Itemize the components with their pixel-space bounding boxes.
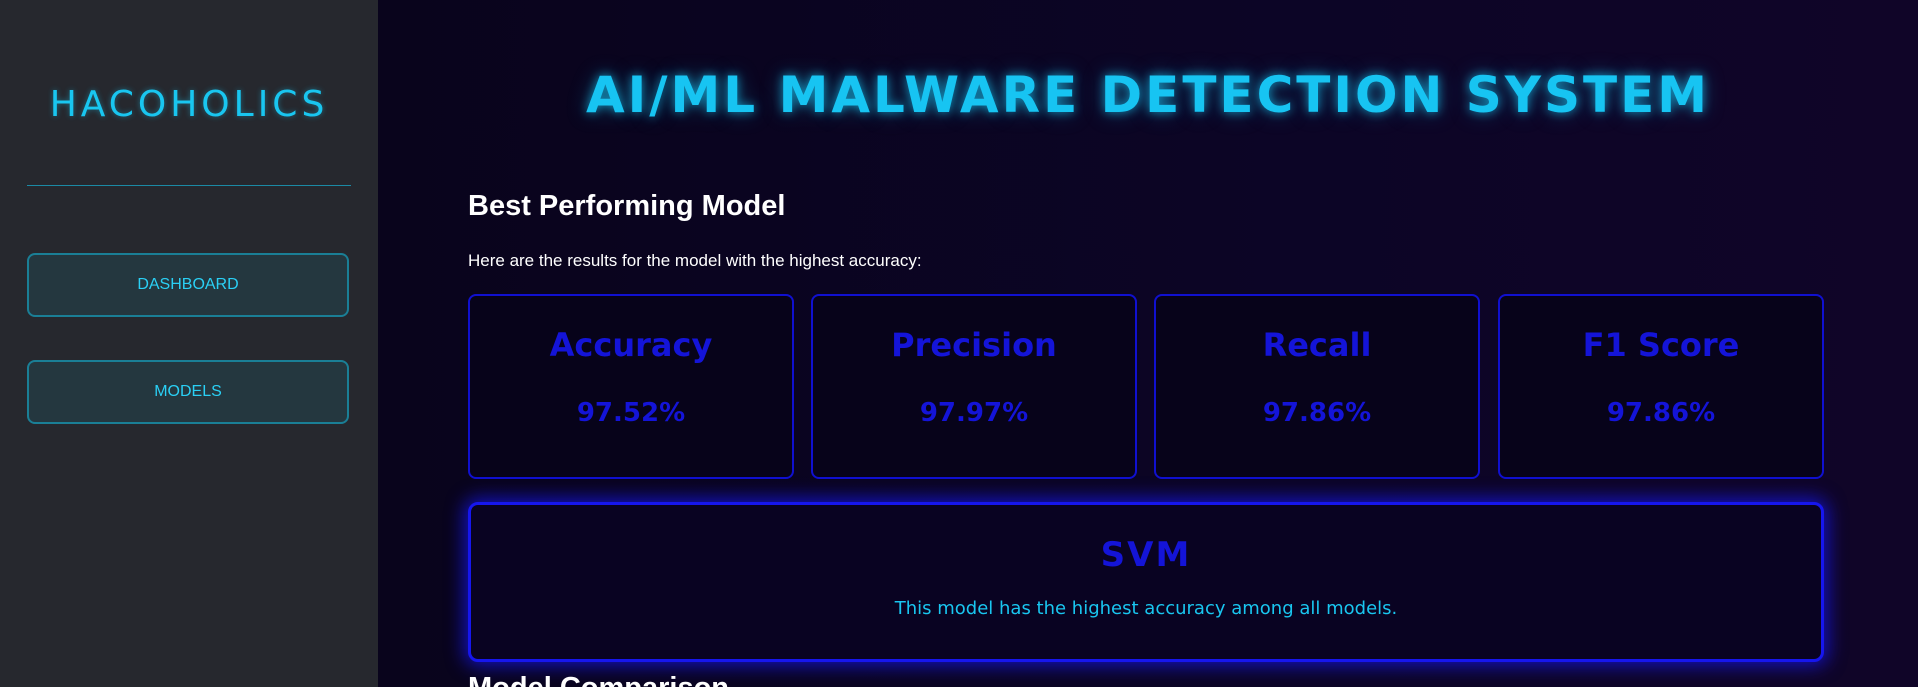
best-model-intro: Here are the results for the model with … [468,251,922,270]
metric-card-f1-score: F1 Score 97.86% [1498,294,1824,479]
sidebar-divider [27,185,351,186]
nav-models-button[interactable]: MODELS [27,360,349,424]
metric-card-recall: Recall 97.86% [1154,294,1480,479]
main-content: AI/ML MALWARE DETECTION SYSTEM Best Perf… [378,0,1918,687]
metric-value: 97.86% [1606,398,1716,428]
best-model-card: SVM This model has the highest accuracy … [468,502,1824,662]
nav-dashboard-button[interactable]: DASHBOARD [27,253,349,317]
best-model-name: SVM [1100,535,1192,575]
brand-logo: HACOHOLICS [49,84,329,125]
metric-label: Recall [1262,326,1372,364]
metric-card-precision: Precision 97.97% [811,294,1137,479]
page: HACOHOLICS DASHBOARD MODELS AI/ML MALWAR… [0,0,1918,687]
model-comparison-heading: Model Comparison [468,672,729,687]
best-model-heading: Best Performing Model [468,190,786,222]
metric-label: F1 Score [1582,326,1740,364]
metric-value: 97.52% [576,398,686,428]
best-model-description: This model has the highest accuracy amon… [894,598,1398,619]
metric-value: 97.97% [919,398,1029,428]
metric-label: Precision [891,326,1057,364]
page-title: AI/ML MALWARE DETECTION SYSTEM [585,66,1710,124]
metric-label: Accuracy [549,326,713,364]
sidebar: HACOHOLICS DASHBOARD MODELS [0,0,378,687]
metric-value: 97.86% [1262,398,1372,428]
metric-card-accuracy: Accuracy 97.52% [468,294,794,479]
